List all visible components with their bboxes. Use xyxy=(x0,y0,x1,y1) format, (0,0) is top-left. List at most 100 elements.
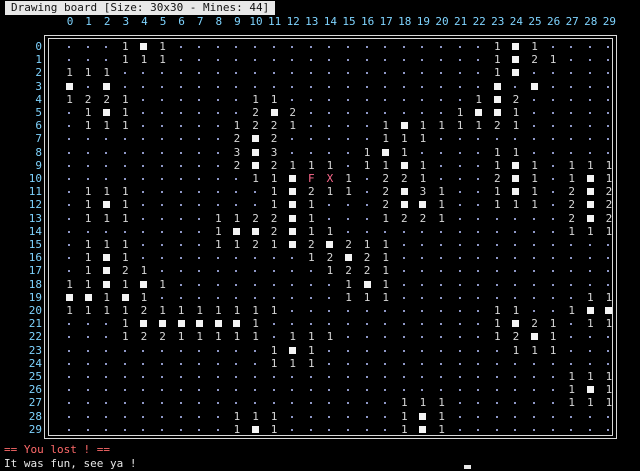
cell-empty[interactable] xyxy=(320,345,339,357)
cell-empty[interactable] xyxy=(469,239,488,251)
cell-empty[interactable] xyxy=(376,67,395,79)
cell-empty[interactable] xyxy=(488,397,507,409)
cell-empty[interactable] xyxy=(599,94,618,106)
cell-empty[interactable] xyxy=(320,133,339,145)
cell-empty[interactable] xyxy=(209,81,228,93)
cell-number[interactable]: 1 xyxy=(376,252,395,264)
cell-empty[interactable] xyxy=(190,384,209,396)
cell-empty[interactable] xyxy=(376,107,395,119)
cell-number[interactable]: 1 xyxy=(302,212,321,225)
cell-number[interactable]: 1 xyxy=(283,159,302,172)
cell-number[interactable]: 1 xyxy=(79,107,98,119)
cell-empty[interactable] xyxy=(599,133,618,145)
cell-empty[interactable] xyxy=(209,371,228,383)
cell-empty[interactable] xyxy=(395,305,414,317)
cell-empty[interactable] xyxy=(469,371,488,383)
cell-number[interactable]: 1 xyxy=(525,173,544,185)
cell-empty[interactable] xyxy=(302,411,321,423)
cell-empty[interactable] xyxy=(153,239,172,251)
cell-empty[interactable] xyxy=(227,345,246,357)
cell-empty[interactable] xyxy=(376,384,395,396)
cell-number[interactable]: 1 xyxy=(116,199,135,211)
cell-number[interactable]: 1 xyxy=(172,305,191,317)
cell-empty[interactable] xyxy=(209,120,228,132)
cell-empty[interactable] xyxy=(60,54,79,66)
cell-empty[interactable] xyxy=(469,331,488,343)
cell-number[interactable]: 2 xyxy=(116,265,135,277)
cell-empty[interactable] xyxy=(488,239,507,251)
cell-empty[interactable] xyxy=(432,54,451,66)
cell-empty[interactable] xyxy=(79,54,98,66)
cell-unrevealed[interactable] xyxy=(246,147,265,159)
cell-empty[interactable] xyxy=(283,81,302,93)
cell-empty[interactable] xyxy=(320,371,339,383)
cell-empty[interactable] xyxy=(153,424,172,436)
cell-empty[interactable] xyxy=(283,133,302,145)
cell-empty[interactable] xyxy=(599,345,618,357)
cell-empty[interactable] xyxy=(227,107,246,119)
cell-empty[interactable] xyxy=(339,226,358,238)
cell-number[interactable]: 1 xyxy=(320,265,339,277)
cell-empty[interactable] xyxy=(488,345,507,357)
cell-empty[interactable] xyxy=(209,345,228,357)
cell-empty[interactable] xyxy=(544,397,563,409)
cell-empty[interactable] xyxy=(246,252,265,264)
cell-empty[interactable] xyxy=(60,331,79,343)
cell-empty[interactable] xyxy=(60,160,79,172)
cell-number[interactable]: 1 xyxy=(339,291,358,304)
cell-empty[interactable] xyxy=(432,147,451,159)
cell-empty[interactable] xyxy=(60,107,79,119)
cell-number[interactable]: 1 xyxy=(413,173,432,185)
cell-empty[interactable] xyxy=(432,81,451,93)
cell-empty[interactable] xyxy=(358,133,377,145)
cell-unrevealed[interactable] xyxy=(413,199,432,211)
cell-empty[interactable] xyxy=(283,305,302,317)
cell-number[interactable]: 1 xyxy=(227,239,246,251)
cell-empty[interactable] xyxy=(562,54,581,66)
cell-empty[interactable] xyxy=(60,133,79,145)
cell-empty[interactable] xyxy=(172,213,191,225)
cell-empty[interactable] xyxy=(451,94,470,106)
cell-empty[interactable] xyxy=(376,54,395,66)
cell-empty[interactable] xyxy=(265,279,284,291)
cell-empty[interactable] xyxy=(302,318,321,330)
cell-number[interactable]: 1 xyxy=(581,397,600,409)
cell-empty[interactable] xyxy=(190,424,209,436)
cell-empty[interactable] xyxy=(451,331,470,343)
cell-empty[interactable] xyxy=(358,226,377,238)
cell-empty[interactable] xyxy=(469,54,488,66)
cell-empty[interactable] xyxy=(134,133,153,145)
cell-unrevealed[interactable] xyxy=(134,41,153,53)
cell-empty[interactable] xyxy=(172,160,191,172)
cell-number[interactable]: 1 xyxy=(488,67,507,79)
cell-empty[interactable] xyxy=(525,305,544,317)
cell-empty[interactable] xyxy=(302,305,321,317)
cell-empty[interactable] xyxy=(190,133,209,145)
cell-empty[interactable] xyxy=(432,318,451,330)
cell-empty[interactable] xyxy=(153,107,172,119)
cell-empty[interactable] xyxy=(525,371,544,383)
cell-number[interactable]: 2 xyxy=(265,120,284,132)
cell-empty[interactable] xyxy=(544,226,563,238)
cell-number[interactable]: 1 xyxy=(116,186,135,198)
cell-empty[interactable] xyxy=(172,358,191,370)
cell-empty[interactable] xyxy=(544,424,563,436)
cell-number[interactable]: 1 xyxy=(246,305,265,317)
cell-number[interactable]: 1 xyxy=(209,305,228,317)
cell-number[interactable]: 1 xyxy=(227,120,246,132)
cell-unrevealed[interactable] xyxy=(488,94,507,106)
cell-empty[interactable] xyxy=(209,133,228,145)
cell-empty[interactable] xyxy=(451,345,470,357)
cell-empty[interactable] xyxy=(339,41,358,53)
cell-empty[interactable] xyxy=(172,397,191,409)
cell-empty[interactable] xyxy=(246,54,265,66)
cell-empty[interactable] xyxy=(265,265,284,277)
cell-empty[interactable] xyxy=(190,173,209,185)
cell-empty[interactable] xyxy=(227,41,246,53)
cell-empty[interactable] xyxy=(283,41,302,53)
cell-empty[interactable] xyxy=(227,54,246,66)
cell-empty[interactable] xyxy=(432,384,451,396)
cell-empty[interactable] xyxy=(358,41,377,53)
cell-empty[interactable] xyxy=(358,397,377,409)
cell-empty[interactable] xyxy=(134,186,153,198)
